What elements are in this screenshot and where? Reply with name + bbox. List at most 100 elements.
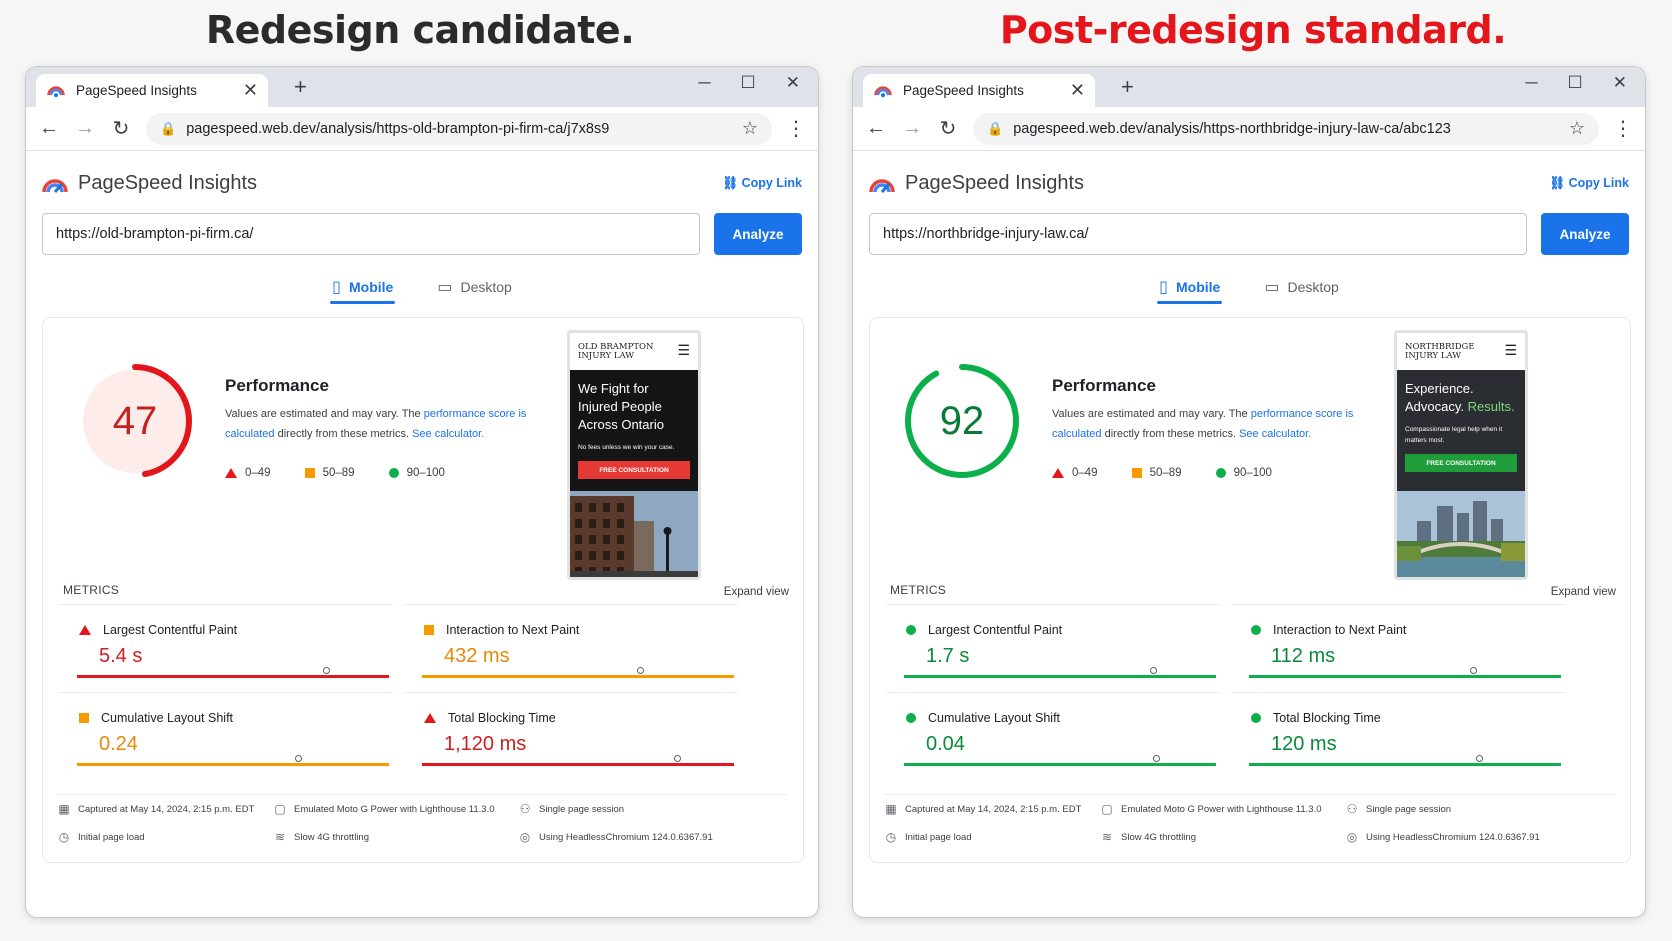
wifi-icon: ≋ [1101, 830, 1113, 844]
browser-menu-icon[interactable]: ⋮ [786, 116, 806, 141]
chrome-icon: ◎ [1346, 830, 1358, 844]
analyze-button[interactable]: Analyze [1541, 213, 1629, 255]
minimize-icon[interactable]: ─ [1525, 73, 1537, 93]
average-square-icon [1131, 468, 1142, 478]
tab-title: PageSpeed Insights [903, 83, 1024, 98]
metrics-label: METRICS [63, 583, 120, 597]
expand-view-button[interactable]: Expand view [724, 586, 789, 598]
browser-tab[interactable]: PageSpeed Insights ✕ [36, 74, 268, 107]
close-tab-icon[interactable]: ✕ [1070, 80, 1085, 101]
browser-toolbar: ← → ↻ 🔒 pagespeed.web.dev/analysis/https… [26, 107, 818, 151]
metric-bar [904, 763, 1216, 766]
metric-value: 0.04 [926, 733, 965, 755]
site-hero-photo [570, 491, 698, 577]
forward-icon[interactable]: → [901, 117, 923, 140]
calculator-link[interactable]: See calculator. [412, 428, 484, 440]
tab-mobile[interactable]: ▯ Mobile [1157, 273, 1223, 304]
link-icon: ⛓ [722, 175, 739, 190]
performance-score: 47 [112, 398, 158, 443]
close-window-icon[interactable]: ✕ [1613, 73, 1627, 93]
address-bar[interactable]: 🔒 pagespeed.web.dev/analysis/https-north… [973, 112, 1599, 145]
copy-link-button[interactable]: ⛓ Copy Link [722, 176, 802, 191]
metric-marker [1470, 667, 1478, 674]
minimize-icon[interactable]: ─ [698, 73, 710, 93]
close-window-icon[interactable]: ✕ [786, 73, 800, 93]
device-icon: ▢ [274, 802, 286, 816]
copy-link-button[interactable]: ⛓ Copy Link [1549, 176, 1629, 191]
calendar-icon: ▦ [885, 802, 897, 816]
pass-circle-icon [1215, 468, 1226, 478]
browser-menu-icon[interactable]: ⋮ [1613, 116, 1633, 141]
pagespeed-favicon-icon [874, 85, 892, 97]
metric-bar [422, 675, 734, 678]
browser-version: Using HeadlessChromium 124.0.6367.91 [1366, 831, 1540, 843]
browser-tab[interactable]: PageSpeed Insights ✕ [863, 74, 1095, 107]
desktop-icon: ▭ [437, 279, 453, 296]
site-info-icon[interactable]: 🔒 [160, 121, 176, 137]
site-subline: Compassionate legal help when it matters… [1405, 426, 1503, 444]
site-info-icon[interactable]: 🔒 [987, 121, 1003, 137]
bookmark-star-icon[interactable]: ☆ [742, 118, 758, 139]
maximize-icon[interactable]: ☐ [741, 73, 756, 93]
report-footer: ▦ Captured at May 14, 2024, 2:15 p.m. EDT… [57, 794, 787, 851]
url-input[interactable] [42, 213, 700, 255]
copy-link-label: Copy Link [741, 175, 802, 190]
tab-mobile[interactable]: ▯ Mobile [330, 273, 396, 304]
metric-card: Interaction to Next Paint 112 ms [1231, 604, 1565, 692]
site-headline: Experience. Advocacy. [1405, 381, 1474, 414]
hamburger-menu-icon: ☰ [677, 343, 690, 359]
session-type: Single page session [539, 803, 625, 815]
left-heading: Redesign candidate. [205, 8, 635, 52]
metrics-label: METRICS [890, 583, 947, 597]
expand-view-button[interactable]: Expand view [1551, 586, 1616, 598]
legend-pass: 90–100 [406, 467, 445, 479]
new-tab-icon[interactable]: + [294, 74, 307, 100]
tab-desktop-label: Desktop [1287, 279, 1339, 295]
reload-icon[interactable]: ↻ [110, 116, 132, 141]
score-legend: 0–49 50–89 90–100 [225, 467, 445, 479]
tab-strip: PageSpeed Insights ✕ + ─ ☐ ✕ [26, 67, 818, 107]
desc-text-2: directly from these metrics. [274, 428, 413, 440]
page-load-type: Initial page load [905, 831, 972, 843]
maximize-icon[interactable]: ☐ [1568, 73, 1583, 93]
emulated-device: Emulated Moto G Power with Lighthouse 11… [294, 803, 495, 815]
metric-card: Cumulative Layout Shift 0.24 [59, 692, 393, 780]
metric-marker [1150, 667, 1158, 674]
metric-marker [295, 755, 303, 762]
back-icon[interactable]: ← [865, 117, 887, 140]
metric-bar [1249, 763, 1561, 766]
copy-link-label: Copy Link [1568, 175, 1629, 190]
pagespeed-logo-icon [42, 179, 68, 193]
fail-triangle-icon [79, 625, 91, 635]
url-input[interactable] [869, 213, 1527, 255]
legend-average: 50–89 [322, 467, 355, 479]
site-hero-photo [1397, 491, 1525, 577]
calculator-link[interactable]: See calculator. [1239, 428, 1311, 440]
reload-icon[interactable]: ↻ [937, 116, 959, 141]
analyze-button[interactable]: Analyze [714, 213, 802, 255]
forward-icon[interactable]: → [74, 117, 96, 140]
wifi-icon: ≋ [274, 830, 286, 844]
browser-window-right: PageSpeed Insights ✕ + ─ ☐ ✕ ← → ↻ 🔒 pag… [852, 66, 1646, 918]
desktop-icon: ▭ [1264, 279, 1280, 296]
tab-desktop[interactable]: ▭ Desktop [1262, 273, 1340, 301]
metric-bar [77, 763, 389, 766]
timer-icon: ◷ [885, 830, 897, 844]
site-cta-button: FREE CONSULTATION [578, 461, 690, 479]
app-title: PageSpeed Insights [78, 171, 258, 194]
bookmark-star-icon[interactable]: ☆ [1569, 118, 1585, 139]
browser-window-left: PageSpeed Insights ✕ + ─ ☐ ✕ ← → ↻ 🔒 pag… [25, 66, 819, 918]
back-icon[interactable]: ← [38, 117, 60, 140]
metric-name: Interaction to Next Paint [1273, 623, 1407, 637]
address-bar[interactable]: 🔒 pagespeed.web.dev/analysis/https-old-b… [146, 112, 772, 145]
mobile-icon: ▯ [1159, 279, 1168, 296]
tab-desktop[interactable]: ▭ Desktop [435, 273, 513, 301]
metric-marker [1153, 755, 1161, 762]
new-tab-icon[interactable]: + [1121, 74, 1134, 100]
device-icon: ▢ [1101, 802, 1113, 816]
legend-fail: 0–49 [1072, 467, 1098, 479]
metric-value: 0.24 [99, 733, 138, 755]
metric-value: 5.4 s [99, 645, 143, 667]
close-tab-icon[interactable]: ✕ [243, 80, 258, 101]
metric-name: Cumulative Layout Shift [101, 711, 234, 725]
